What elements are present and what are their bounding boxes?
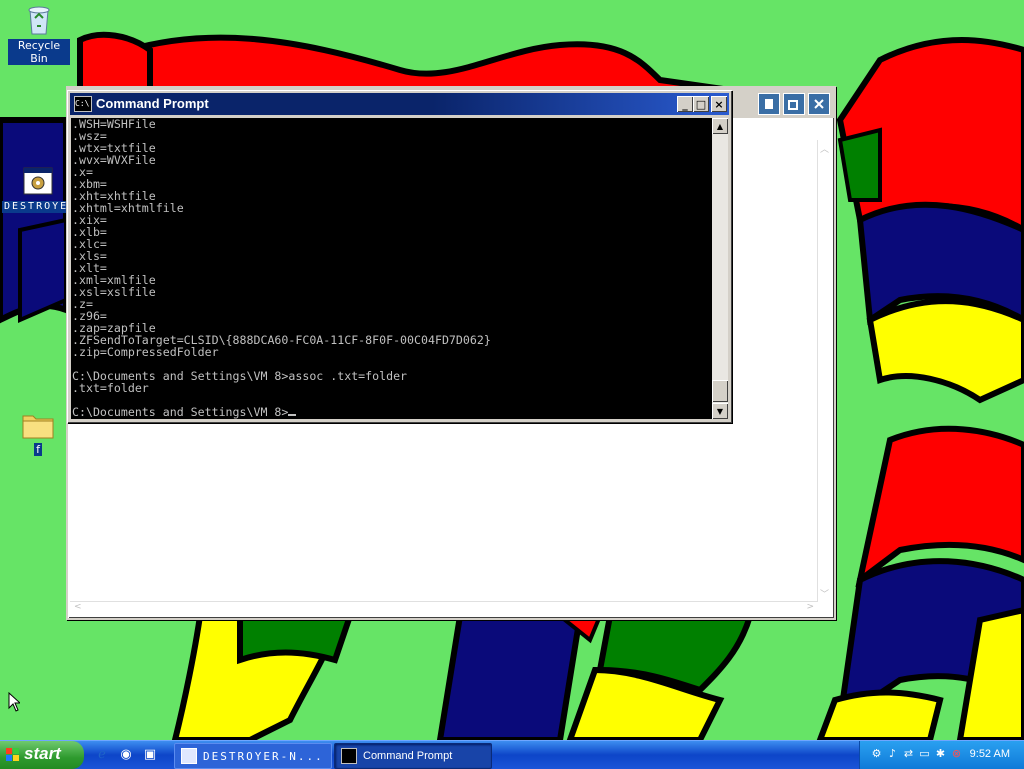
console-line: .zip=CompressedFolder	[72, 345, 219, 359]
console-line: C:\Documents and Settings\VM 8>	[72, 405, 289, 419]
page-icon	[765, 99, 773, 109]
console-icon	[341, 748, 357, 764]
media-player-icon[interactable]: ◉	[116, 744, 136, 764]
command-prompt-window[interactable]: C:\ Command Prompt _ □ × .WSH=WSHFile .w…	[67, 90, 732, 423]
minimize-icon: _	[682, 97, 688, 111]
background-minimize-button[interactable]	[758, 93, 780, 115]
minimize-button[interactable]: _	[677, 96, 693, 112]
command-prompt-titlebar[interactable]: C:\ Command Prompt _ □ ×	[70, 93, 729, 115]
maximize-icon: □	[695, 97, 707, 111]
taskbar: start ℯ ◉ ▣ DESTROYER-N... Command Promp…	[0, 740, 1024, 769]
internet-explorer-icon[interactable]: ℯ	[92, 744, 112, 764]
volume-icon[interactable]: ♪	[886, 747, 899, 761]
recycle-bin-label: Recycle Bin	[8, 39, 70, 65]
text-cursor	[288, 414, 297, 416]
taskbar-item-label: DESTROYER-N...	[203, 749, 324, 763]
show-desktop-icon[interactable]: ▣	[140, 744, 160, 764]
folder-shortcut[interactable]: f	[18, 410, 58, 456]
background-horizontal-scrollbar[interactable]: < >	[70, 601, 818, 616]
background-maximize-button[interactable]	[783, 93, 805, 115]
taskbar-item-label: Command Prompt	[363, 750, 453, 762]
folder-icon	[22, 415, 54, 439]
destroyer-shortcut[interactable]: DESTROYER	[2, 166, 79, 213]
recycle-bin-shortcut[interactable]: Recycle Bin	[8, 2, 70, 65]
desktop[interactable]: Recycle Bin DESTROYER f ︿ ﹀ < > C:\ Comm…	[0, 0, 1024, 740]
network-icon[interactable]: ⚙	[870, 747, 883, 761]
background-close-button[interactable]	[808, 93, 830, 115]
restore-icon	[788, 100, 798, 110]
recycle-bin-icon	[28, 6, 50, 35]
scroll-right-icon: >	[806, 602, 814, 612]
taskbar-item-command-prompt[interactable]: Command Prompt	[334, 743, 492, 769]
close-icon: ×	[714, 97, 724, 111]
background-vertical-scrollbar[interactable]: ︿ ﹀	[817, 140, 832, 602]
scroll-thumb[interactable]	[712, 380, 728, 402]
console-output[interactable]: .WSH=WSHFile .wsz= .wtx=txtfile .wvx=WVX…	[71, 118, 712, 419]
alert-icon[interactable]: ⊗	[950, 747, 963, 761]
scroll-up-icon: ︿	[820, 145, 830, 155]
console-line: .txt=folder	[72, 381, 149, 395]
scroll-down-button[interactable]: ▼	[712, 403, 728, 419]
window-title: Command Prompt	[96, 96, 209, 111]
start-button[interactable]: start	[0, 741, 84, 769]
clock[interactable]: 9:52 AM	[970, 748, 1010, 760]
folder-label: f	[34, 443, 42, 456]
console-scrollbar[interactable]: ▲ ▼	[712, 118, 728, 419]
close-icon	[814, 99, 824, 109]
windows-logo-icon	[6, 748, 19, 761]
mouse-cursor-icon	[8, 692, 20, 712]
program-window-icon	[23, 167, 53, 195]
taskbar-item-destroyer[interactable]: DESTROYER-N...	[174, 743, 332, 769]
scroll-down-icon: ﹀	[820, 590, 830, 600]
notepad-icon	[181, 748, 197, 764]
security-icon[interactable]: ✱	[934, 747, 947, 761]
monitor-icon[interactable]: ▭	[918, 747, 931, 761]
safely-remove-icon[interactable]: ⇄	[902, 747, 915, 761]
quick-launch: ℯ ◉ ▣	[92, 744, 160, 764]
maximize-button[interactable]: □	[693, 96, 709, 112]
system-tray: ⚙ ♪ ⇄ ▭ ✱ ⊗ 9:52 AM	[859, 741, 1024, 769]
close-button[interactable]: ×	[711, 96, 727, 112]
start-label: start	[24, 744, 61, 763]
console-icon: C:\	[74, 96, 92, 112]
scroll-left-icon: <	[74, 602, 82, 612]
console-text: .WSH=WSHFile .wsz= .wtx=txtfile .wvx=WVX…	[71, 118, 712, 418]
scroll-up-button[interactable]: ▲	[712, 118, 728, 134]
